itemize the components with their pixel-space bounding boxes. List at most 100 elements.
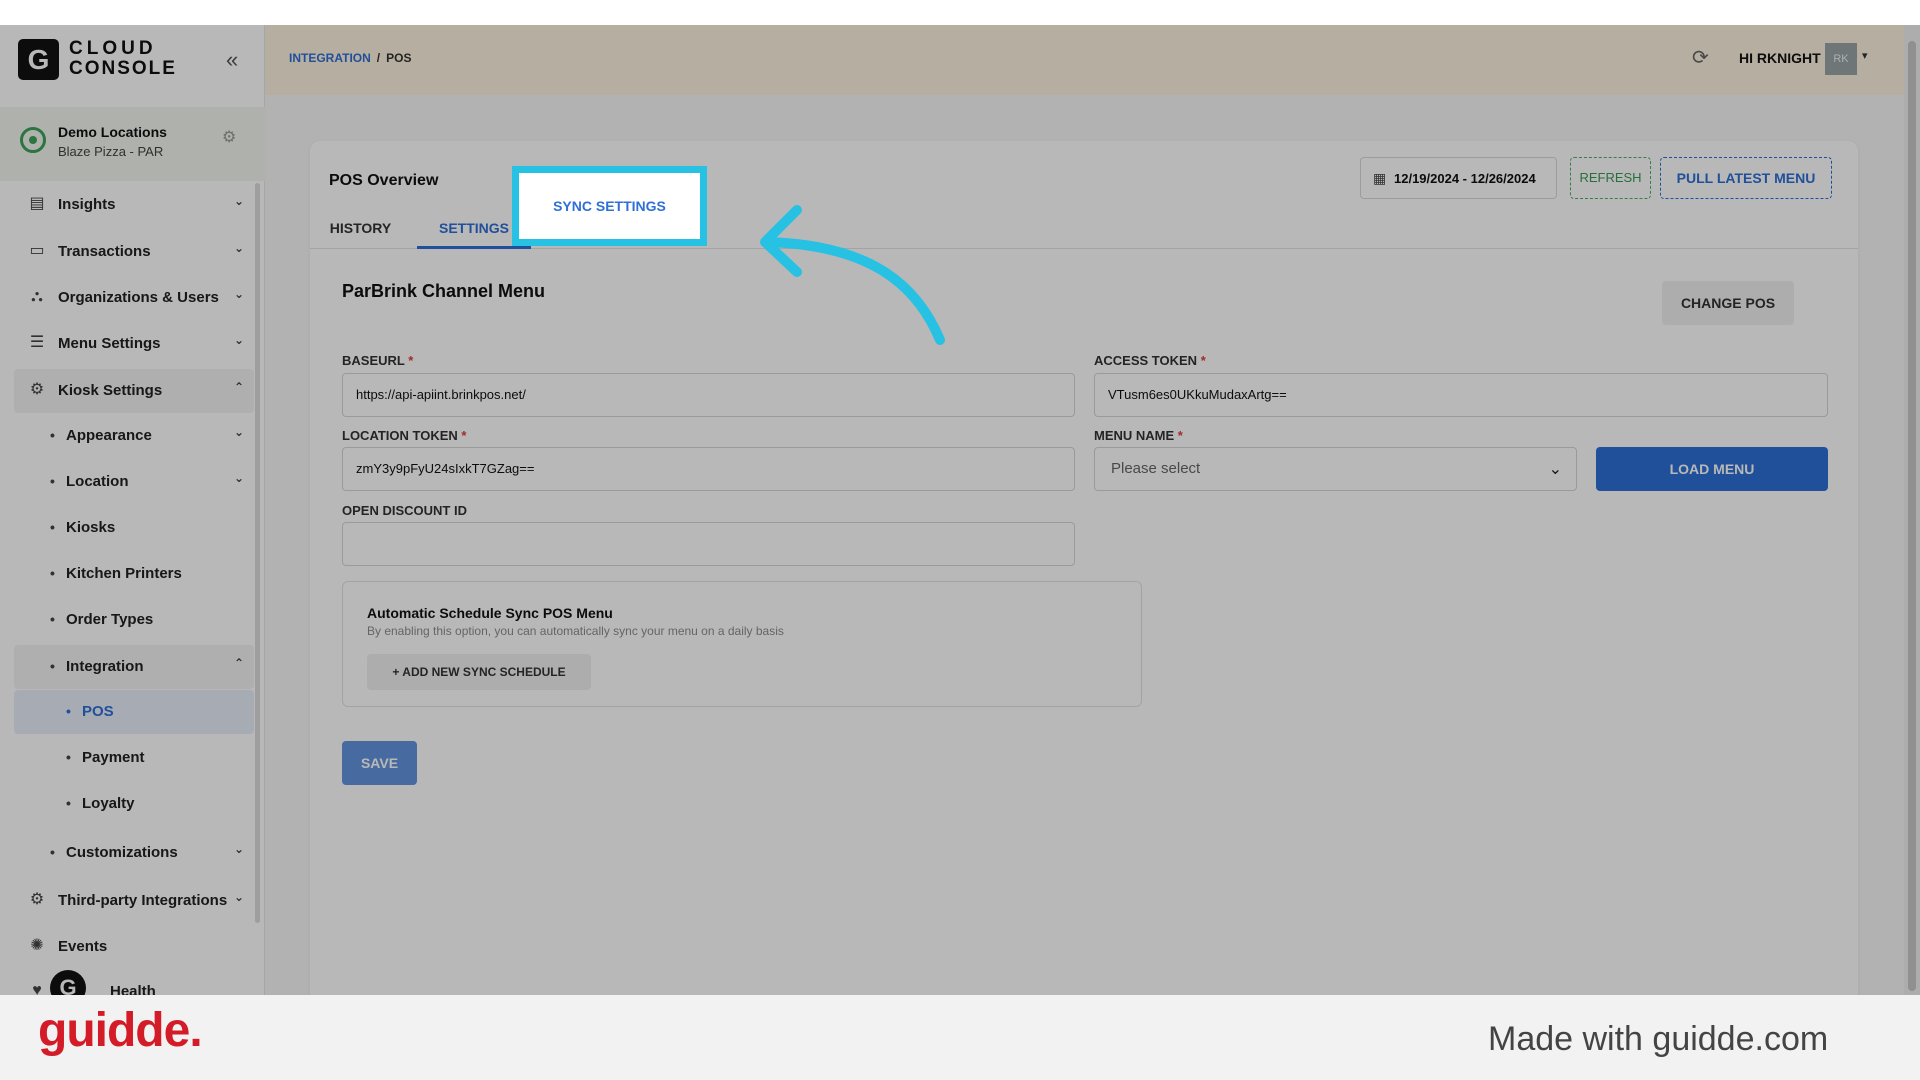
org-tree-icon: ⛬ <box>31 288 43 305</box>
sidebar-item-label: Third-party Integrations <box>58 892 228 909</box>
bullet-icon: • <box>50 473 55 489</box>
chevron-down-icon: ⌄ <box>233 471 244 485</box>
baseurl-input[interactable]: https://api-apiint.brinkpos.net/ <box>342 373 1075 417</box>
access-token-input[interactable]: VTusm6es0UKkuMudaxArtg== <box>1094 373 1828 417</box>
logo-line-2: CONSOLE <box>69 58 177 79</box>
pull-latest-menu-button[interactable]: PULL LATEST MENU <box>1660 157 1832 199</box>
location-selector[interactable]: Demo Locations Blaze Pizza - PAR ⚙ <box>0 107 265 181</box>
sidebar-item-label: Health <box>110 983 156 995</box>
baseurl-label-text: BASEURL <box>342 353 405 368</box>
sidebar-item-label: Loyalty <box>82 795 135 812</box>
bullet-icon: • <box>66 795 71 811</box>
sidebar-item-label: Integration <box>66 658 144 675</box>
save-button[interactable]: SAVE <box>342 741 417 785</box>
open-discount-input[interactable] <box>342 522 1075 566</box>
sidebar-item-kiosk-settings[interactable]: ⚙ Kiosk Settings ⌃ <box>14 369 254 413</box>
sidebar-item-label: Insights <box>58 196 116 213</box>
change-pos-button[interactable]: CHANGE POS <box>1662 281 1794 325</box>
sidebar-item-label: Appearance <box>66 427 152 444</box>
avatar[interactable]: RK <box>1825 43 1857 75</box>
menu-name-select[interactable]: Please select ⌄ <box>1094 447 1577 491</box>
events-icon: ✺ <box>30 937 44 954</box>
sync-schedule-title: Automatic Schedule Sync POS Menu <box>367 605 613 621</box>
sidebar-item-kiosks[interactable]: • Kiosks <box>14 506 254 550</box>
sidebar-item-menu-settings[interactable]: ☰ Menu Settings ⌄ <box>14 322 254 366</box>
bullet-icon: • <box>50 611 55 627</box>
breadcrumb: INTEGRATION / POS <box>289 51 411 65</box>
required-marker: * <box>1177 428 1183 443</box>
sidebar-item-customizations[interactable]: • Customizations ⌄ <box>14 831 254 875</box>
menu-name-label-text: MENU NAME <box>1094 428 1175 443</box>
sidebar: G CLOUD CONSOLE « Demo Locations Blaze P… <box>0 25 265 995</box>
sidebar-item-transactions[interactable]: ▭ Transactions ⌄ <box>14 230 254 274</box>
sidebar-item-label: Location <box>66 473 129 490</box>
breadcrumb-separator: / <box>376 51 381 65</box>
sidebar-item-integration[interactable]: • Integration ⌃ <box>14 645 254 689</box>
sidebar-item-pos[interactable]: • POS <box>14 690 254 734</box>
pos-overview-card: POS Overview ▦ 12/19/2024 - 12/26/2024 R… <box>310 141 1858 995</box>
chevron-down-icon: ⌄ <box>233 333 244 347</box>
top-strip <box>0 0 1920 25</box>
location-token-input[interactable]: zmY3y9pFyU24sIxkT7GZag== <box>342 447 1075 491</box>
sync-schedule-panel: Automatic Schedule Sync POS Menu By enab… <box>342 581 1142 707</box>
tab-sync-settings-label: SYNC SETTINGS <box>553 198 666 214</box>
sidebar-item-label: Kiosk Settings <box>58 382 163 399</box>
page-scrollbar-thumb[interactable] <box>1908 41 1916 991</box>
gear-icon: ⚙ <box>29 891 45 908</box>
gear-icon: ⚙ <box>29 381 45 398</box>
required-marker: * <box>461 428 467 443</box>
sidebar-item-appearance[interactable]: • Appearance ⌄ <box>14 414 254 458</box>
load-menu-button[interactable]: LOAD MENU <box>1596 447 1828 491</box>
date-range-value: 12/19/2024 - 12/26/2024 <box>1394 171 1536 186</box>
sidebar-item-location[interactable]: • Location ⌄ <box>14 460 254 504</box>
caret-down-icon[interactable]: ▾ <box>1862 49 1868 62</box>
page-title: POS Overview <box>329 172 439 189</box>
sidebar-item-label: Order Types <box>66 611 154 628</box>
location-settings-icon[interactable]: ⚙ <box>222 127 236 147</box>
sidebar-item-organizations-users[interactable]: ⛬ Organizations & Users ⌄ <box>14 276 254 320</box>
access-token-label-text: ACCESS TOKEN <box>1094 353 1198 368</box>
menu-icon: ☰ <box>29 334 45 351</box>
sidebar-item-kitchen-printers[interactable]: • Kitchen Printers <box>14 552 254 596</box>
sidebar-item-events[interactable]: ✺ Events <box>14 925 254 969</box>
open-discount-label: OPEN DISCOUNT ID <box>342 503 467 518</box>
page-scrollbar[interactable] <box>1904 25 1920 995</box>
refresh-button[interactable]: REFRESH <box>1570 157 1651 199</box>
chevron-down-icon: ⌄ <box>233 842 244 856</box>
pointer-arrow-icon <box>760 205 945 345</box>
sync-icon[interactable]: ⟳ <box>1692 45 1709 70</box>
tab-sync-settings[interactable]: SYNC SETTINGS <box>512 166 707 246</box>
arrow-shaft <box>762 237 945 345</box>
location-pin-icon <box>20 127 46 153</box>
sidebar-scrollbar[interactable] <box>255 183 260 923</box>
user-greeting: HI RKNIGHT <box>1739 50 1821 66</box>
logo-mark: G <box>18 39 59 80</box>
baseurl-label: BASEURL * <box>342 353 413 368</box>
sidebar-item-third-party-integrations[interactable]: ⚙ Third-party Integrations ⌄ <box>14 879 254 923</box>
sidebar-item-payment[interactable]: • Payment <box>14 736 254 780</box>
tab-history[interactable]: HISTORY <box>324 209 397 249</box>
chevron-down-icon: ⌄ <box>233 241 244 255</box>
bullet-icon: • <box>66 749 71 765</box>
sidebar-item-insights[interactable]: ▤ Insights ⌄ <box>14 183 254 227</box>
bullet-icon: • <box>50 844 55 860</box>
sidebar-item-loyalty[interactable]: • Loyalty <box>14 782 254 826</box>
screenshot-stage: G CLOUD CONSOLE « Demo Locations Blaze P… <box>0 0 1920 1080</box>
access-token-label: ACCESS TOKEN * <box>1094 353 1206 368</box>
date-range-picker[interactable]: ▦ 12/19/2024 - 12/26/2024 <box>1360 157 1557 199</box>
chart-icon: ▤ <box>29 195 45 212</box>
bullet-icon: • <box>50 658 55 674</box>
breadcrumb-integration[interactable]: INTEGRATION <box>289 51 371 65</box>
collapse-sidebar-icon[interactable]: « <box>226 47 238 73</box>
logo-text: CLOUD CONSOLE <box>69 39 177 79</box>
sidebar-item-order-types[interactable]: • Order Types <box>14 598 254 642</box>
sync-schedule-description: By enabling this option, you can automat… <box>367 624 784 638</box>
sidebar-item-label: Organizations & Users <box>58 289 219 306</box>
sidebar-item-label: Menu Settings <box>58 335 161 352</box>
top-header: INTEGRATION / POS ⟳ HI RKNIGHT RK ▾ <box>265 25 1920 95</box>
chevron-down-icon: ⌄ <box>233 890 244 904</box>
health-icon: ♥ <box>32 982 42 995</box>
add-sync-schedule-button[interactable]: + ADD NEW SYNC SCHEDULE <box>367 654 591 690</box>
section-title: ParBrink Channel Menu <box>342 281 546 301</box>
sidebar-item-label: Events <box>58 938 108 955</box>
